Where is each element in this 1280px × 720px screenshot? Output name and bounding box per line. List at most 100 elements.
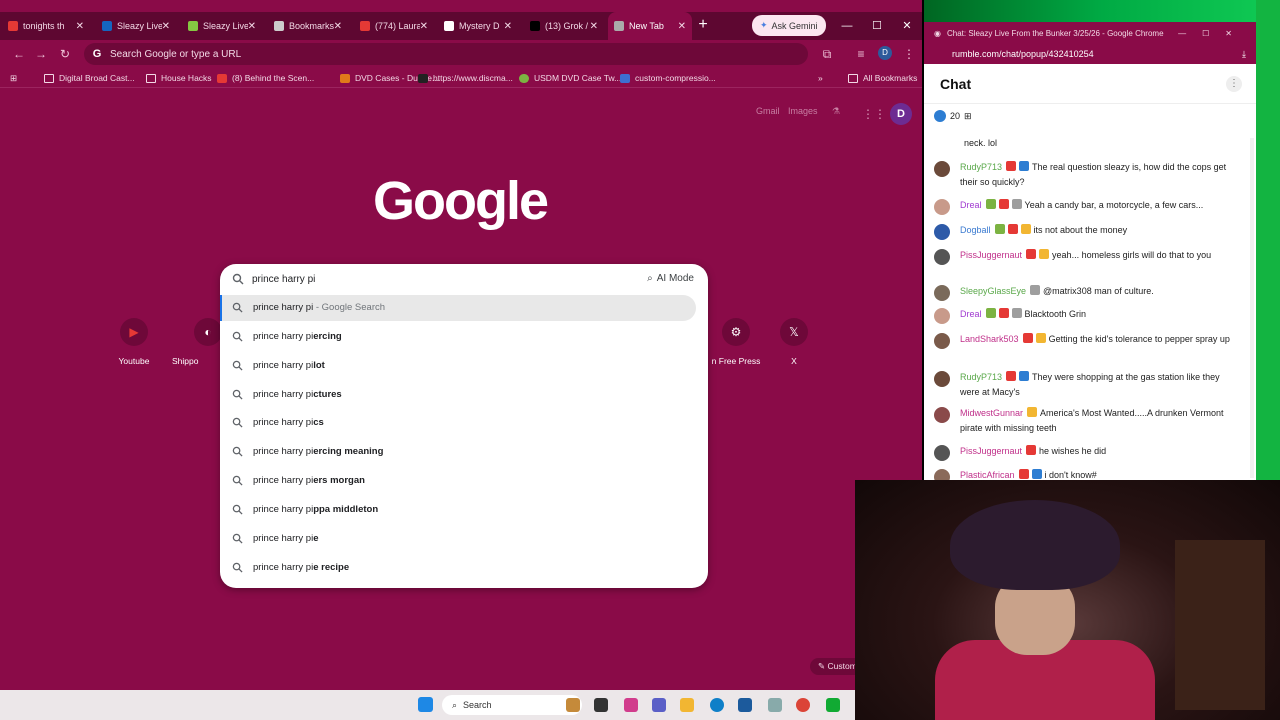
shortcut-shippo[interactable]: ◐ Shippo <box>172 318 222 366</box>
tab-close-icon[interactable]: ✕ <box>678 21 686 32</box>
chat-username[interactable]: Dreal <box>960 309 982 319</box>
webcam-person-hat <box>950 500 1120 590</box>
bookmark-item[interactable]: House Hacks <box>146 71 212 85</box>
apps-icon[interactable]: ⊞ <box>10 71 17 85</box>
all-bookmarks-button[interactable]: All Bookmarks <box>848 71 917 85</box>
chat-username[interactable]: PissJuggernaut <box>960 250 1022 260</box>
maximize-icon[interactable]: ☐ <box>862 12 892 40</box>
chrome-icon[interactable] <box>796 698 810 712</box>
search-suggestion[interactable]: prince harry pictures <box>220 382 708 408</box>
tab-close-icon[interactable]: ✕ <box>248 21 256 32</box>
bookmark-item[interactable]: Digital Broad Cast... <box>44 71 135 85</box>
gmail-link[interactable]: Gmail <box>756 106 780 116</box>
app-icon[interactable] <box>594 698 608 712</box>
tab-close-icon[interactable]: ✕ <box>76 21 84 32</box>
search-suggestion[interactable]: prince harry piercing <box>220 324 708 350</box>
bookmark-item[interactable]: custom-compressio... <box>620 71 716 85</box>
tab-4[interactable]: Bookmarks ✕ <box>268 12 348 40</box>
search-suggestion[interactable]: prince harry pics <box>220 410 708 436</box>
app-icon[interactable] <box>826 698 840 712</box>
tab-2[interactable]: Sleazy Live ✕ <box>96 12 176 40</box>
user-avatar[interactable] <box>934 249 950 265</box>
search-suggestion[interactable]: prince harry piers morgan <box>220 468 708 494</box>
shortcut-x[interactable]: 𝕏 X <box>754 318 834 366</box>
teams-icon[interactable] <box>652 698 666 712</box>
search-suggestion[interactable]: prince harry pilot <box>220 353 708 379</box>
tab-close-icon[interactable]: ✕ <box>334 21 342 32</box>
chat-username[interactable]: RudyP713 <box>960 162 1002 172</box>
search-suggestion[interactable]: prince harry pie recipe <box>220 555 708 581</box>
more-bookmarks-icon[interactable]: » <box>818 71 823 85</box>
chat-username[interactable]: PissJuggernaut <box>960 446 1022 456</box>
forward-icon[interactable]: → <box>32 45 50 63</box>
chat-username[interactable]: RudyP713 <box>960 372 1002 382</box>
taskbar-search[interactable]: ⌕ Search <box>442 695 582 715</box>
chat-message-list: neck. lol RudyP713 The real question sleaz… <box>932 134 1248 482</box>
tab-close-icon[interactable]: ✕ <box>162 21 170 32</box>
bookmark-item[interactable]: USDM DVD Case Tw... <box>519 71 621 85</box>
window-controls[interactable]: —☐✕ <box>1178 29 1248 38</box>
paint-icon[interactable] <box>566 698 580 712</box>
user-avatar[interactable] <box>934 333 950 349</box>
reload-icon[interactable]: ↻ <box>56 45 74 63</box>
chat-scrollbar[interactable] <box>1250 138 1254 478</box>
chat-username[interactable]: Dogball <box>960 225 991 235</box>
tab-close-icon[interactable]: ✕ <box>420 21 428 32</box>
user-avatar[interactable] <box>934 407 950 423</box>
user-avatar[interactable] <box>934 371 950 387</box>
back-icon[interactable]: ← <box>10 45 28 63</box>
reading-list-icon[interactable]: ≡ <box>852 45 870 63</box>
chat-username[interactable]: SleepyGlassEye <box>960 286 1026 296</box>
chat-url-bar[interactable]: rumble.com/chat/popup/432410254 ⤓ <box>924 44 1256 64</box>
user-avatar[interactable] <box>934 285 950 301</box>
tab-6[interactable]: Mystery D ✕ <box>438 12 518 40</box>
chat-username[interactable]: PlasticAfrican <box>960 470 1015 480</box>
search-suggestion[interactable]: prince harry pi - Google Search <box>220 295 696 321</box>
tab-close-icon[interactable]: ✕ <box>590 21 598 32</box>
google-apps-icon[interactable]: ⋮⋮ <box>862 107 886 121</box>
close-window-icon[interactable]: ✕ <box>892 12 922 40</box>
ai-mode-button[interactable]: ⌕ AI Mode <box>647 273 694 284</box>
shortcut-label: Youtube <box>118 356 150 366</box>
search-suggestion[interactable]: prince harry pippa middleton <box>220 497 708 523</box>
copilot-icon[interactable] <box>624 698 638 712</box>
tab-new-tab[interactable]: New Tab ✕ <box>608 12 692 40</box>
search-suggestion[interactable]: prince harry piercing meaning <box>220 439 708 465</box>
ask-gemini-button[interactable]: ✦ Ask Gemini <box>752 15 826 36</box>
search-input[interactable]: prince harry pi ⌕ AI Mode <box>220 264 708 296</box>
profile-avatar[interactable]: D <box>878 46 892 60</box>
search-suggestion[interactable]: prince harry pie <box>220 526 708 552</box>
chat-username[interactable]: Dreal <box>960 200 982 210</box>
omnibox[interactable]: G Search Google or type a URL <box>84 43 808 65</box>
user-avatar[interactable] <box>934 199 950 215</box>
tab-3[interactable]: Sleazy Live ✕ <box>182 12 262 40</box>
store-icon[interactable] <box>738 698 752 712</box>
menu-icon[interactable]: ⋮ <box>900 45 918 63</box>
download-icon[interactable]: ⤓ <box>1242 49 1246 60</box>
tab-7[interactable]: (13) Grok / ✕ <box>524 12 604 40</box>
chat-username[interactable]: MidwestGunnar <box>960 408 1023 418</box>
bookmark-item[interactable]: (8) Behind the Scen... <box>217 71 314 85</box>
user-avatar[interactable] <box>934 445 950 461</box>
screenshot-icon[interactable]: ⧉ <box>818 45 836 63</box>
edge-icon[interactable] <box>710 698 724 712</box>
webcam-overlay <box>855 480 1280 720</box>
minimize-icon[interactable]: — <box>832 12 862 40</box>
tab-close-icon[interactable]: ✕ <box>504 21 512 32</box>
account-avatar[interactable]: D <box>890 103 912 125</box>
file-explorer-icon[interactable] <box>680 698 694 712</box>
chat-username[interactable]: LandShark503 <box>960 334 1019 344</box>
tab-1[interactable]: tonights th ✕ <box>2 12 90 40</box>
user-avatar[interactable] <box>934 308 950 324</box>
bookmark-item[interactable]: https://www.discma... <box>418 71 513 85</box>
user-avatar[interactable] <box>934 161 950 177</box>
new-tab-icon[interactable]: + <box>694 16 712 34</box>
user-avatar[interactable] <box>934 224 950 240</box>
app-icon[interactable] <box>768 698 782 712</box>
shortcut-youtube[interactable]: ▶ Youtube <box>94 318 174 366</box>
tab-5[interactable]: (774) Laura ✕ <box>354 12 434 40</box>
chat-menu-icon[interactable]: ⋮ <box>1226 76 1242 92</box>
windows-start-icon[interactable] <box>418 697 433 712</box>
images-link[interactable]: Images <box>788 106 818 116</box>
labs-icon[interactable]: ⚗ <box>832 106 840 117</box>
